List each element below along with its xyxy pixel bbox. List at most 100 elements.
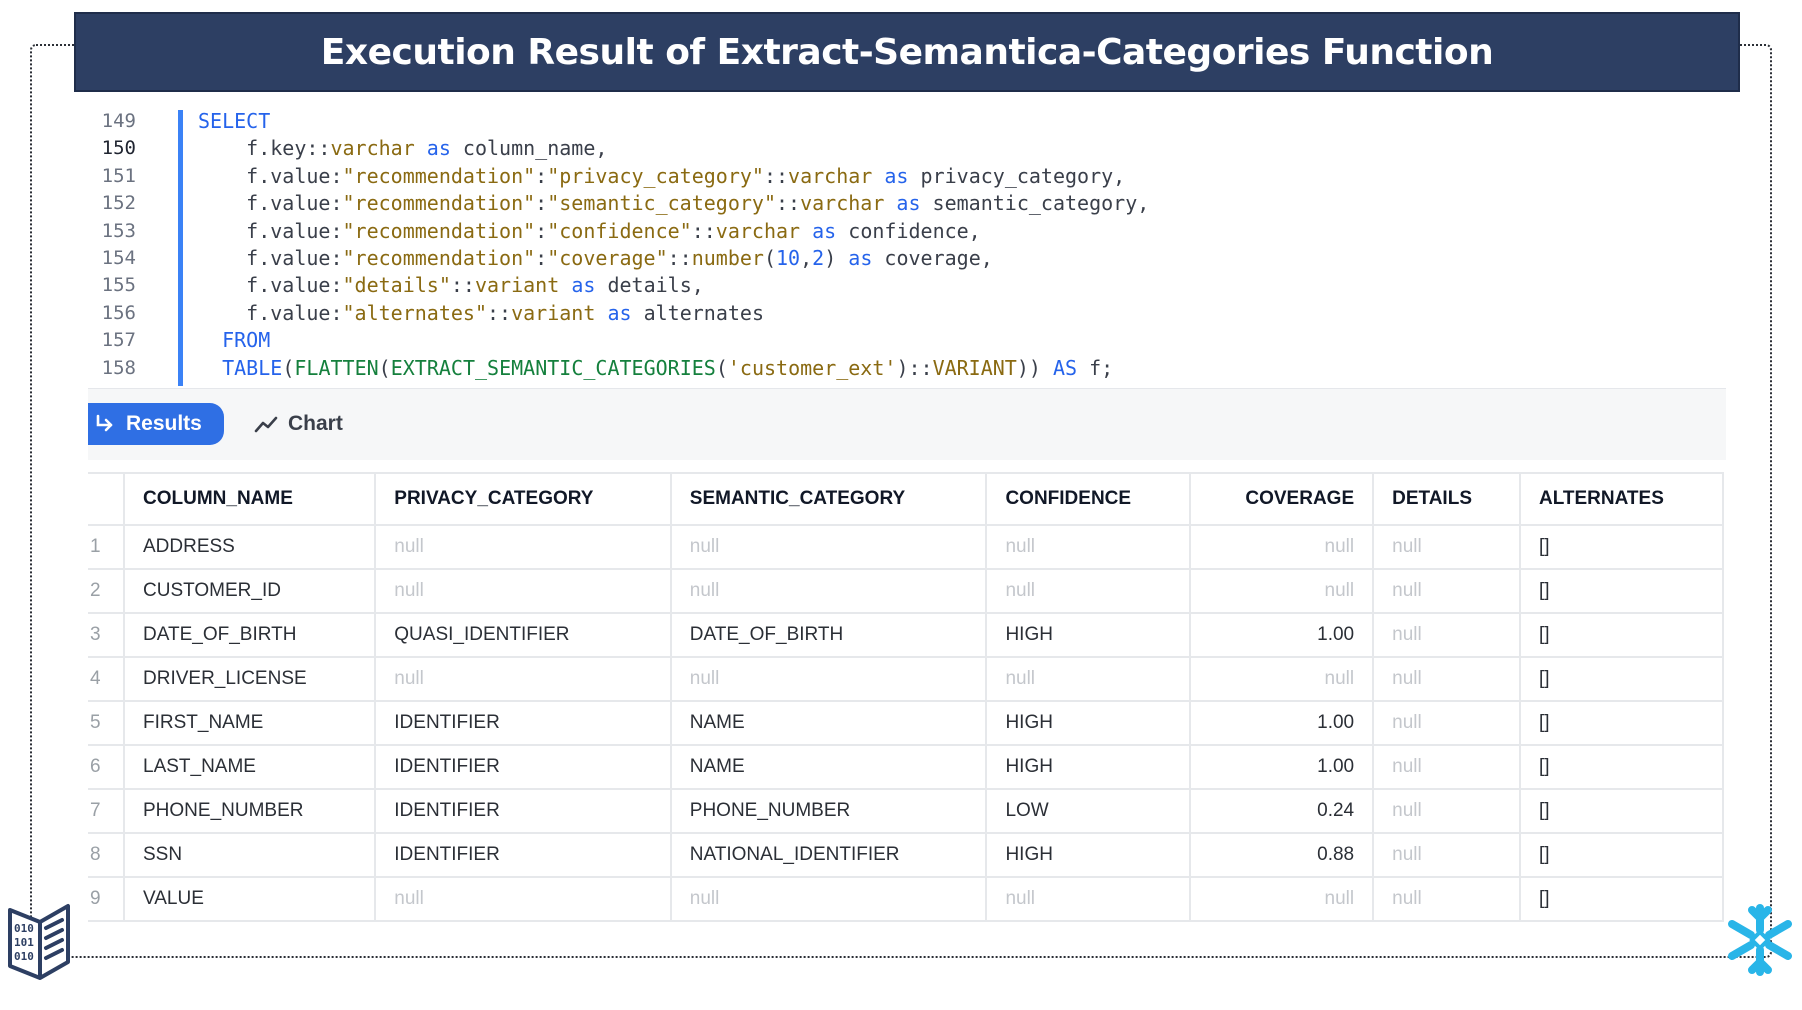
cell-details[interactable]: null [1372,524,1521,570]
cell-coverage[interactable]: 1.00 [1189,700,1375,746]
cell-confidence[interactable]: HIGH [985,744,1192,790]
cell-confidence[interactable]: HIGH [985,700,1192,746]
column-header-alternates[interactable]: ALTERNATES [1518,472,1725,526]
tab-results-label: Results [126,412,202,435]
cell-confidence[interactable]: HIGH [985,832,1192,878]
row-number: 9 [88,876,125,922]
cell-coverage[interactable]: 1.00 [1189,612,1375,658]
column-header-details[interactable]: DETAILS [1372,472,1521,526]
cell-coverage[interactable]: null [1189,568,1375,614]
cell-alternates[interactable]: [] [1518,788,1725,834]
cell-semantic-category[interactable]: null [669,568,988,614]
cell-privacy-category[interactable]: IDENTIFIER [374,744,672,790]
cell-alternates[interactable]: [] [1518,656,1725,702]
cell-confidence[interactable]: null [985,568,1192,614]
cell-details[interactable]: null [1372,656,1521,702]
cell-semantic-category[interactable]: null [669,656,988,702]
cell-privacy-category[interactable]: QUASI_IDENTIFIER [374,612,672,658]
cell-column-name[interactable]: SSN [122,832,377,878]
svg-text:010: 010 [14,950,34,963]
cell-privacy-category[interactable]: IDENTIFIER [374,788,672,834]
cell-alternates[interactable]: [] [1518,568,1725,614]
cell-privacy-category[interactable]: null [374,524,672,570]
cell-semantic-category[interactable]: NATIONAL_IDENTIFIER [669,832,988,878]
table-header-row: COLUMN_NAME PRIVACY_CATEGORY SEMANTIC_CATE… [88,472,1725,526]
cell-confidence[interactable]: HIGH [985,612,1192,658]
title-banner: Execution Result of Extract-Semantica-Ca… [74,12,1740,92]
cell-details[interactable]: null [1372,788,1521,834]
cell-privacy-category[interactable]: IDENTIFIER [374,832,672,878]
cell-alternates[interactable]: [] [1518,524,1725,570]
cell-confidence[interactable]: null [985,656,1192,702]
cell-semantic-category[interactable]: NAME [669,700,988,746]
table-row[interactable]: 9 VALUE null null null null null[] [88,876,1725,922]
cell-confidence[interactable]: null [985,876,1192,922]
row-number: 5 [88,700,125,746]
cell-privacy-category[interactable]: null [374,876,672,922]
cell-coverage[interactable]: 0.24 [1189,788,1375,834]
cell-privacy-category[interactable]: null [374,568,672,614]
cell-confidence[interactable]: LOW [985,788,1192,834]
cell-column-name[interactable]: VALUE [122,876,377,922]
cell-details[interactable]: null [1372,744,1521,790]
table-row[interactable]: 5 FIRST_NAME IDENTIFIER NAME HIGH 1.00 null[] [88,700,1725,746]
line-number: 150 [101,137,136,160]
cell-alternates[interactable]: [] [1518,876,1725,922]
sql-editor[interactable]: 149 SELECT 150 f.key::varchar as column_na… [86,108,1726,392]
cell-alternates[interactable]: [] [1518,612,1725,658]
cell-alternates[interactable]: [] [1518,700,1725,746]
cell-details[interactable]: null [1372,612,1521,658]
cell-column-name[interactable]: ADDRESS [122,524,377,570]
cell-confidence[interactable]: null [985,524,1192,570]
cell-semantic-category[interactable]: PHONE_NUMBER [669,788,988,834]
svg-text:010: 010 [14,922,34,935]
code-line: 156 f.value:"alternates"::variant as alt… [86,300,1726,327]
cell-details[interactable]: null [1372,700,1521,746]
cell-coverage[interactable]: null [1189,876,1375,922]
code-line: 155 f.value:"details"::variant as detail… [86,272,1726,299]
cell-coverage[interactable]: 0.88 [1189,832,1375,878]
cell-column-name[interactable]: DRIVER_LICENSE [122,656,377,702]
cell-column-name[interactable]: CUSTOMER_ID [122,568,377,614]
tab-results[interactable]: Results [88,403,224,445]
cell-privacy-category[interactable]: IDENTIFIER [374,700,672,746]
page-title: Execution Result of Extract-Semantica-Ca… [320,31,1494,73]
cell-privacy-category[interactable]: null [374,656,672,702]
row-number: 7 [88,788,125,834]
column-header-semantic-category[interactable]: SEMANTIC_CATEGORY [669,472,988,526]
cell-coverage[interactable]: 1.00 [1189,744,1375,790]
cell-column-name[interactable]: DATE_OF_BIRTH [122,612,377,658]
cell-semantic-category[interactable]: null [669,876,988,922]
table-row[interactable]: 4 DRIVER_LICENSE null null null null null[] [88,656,1725,702]
cell-coverage[interactable]: null [1189,656,1375,702]
cell-details[interactable]: null [1372,876,1521,922]
table-row[interactable]: 3 DATE_OF_BIRTH QUASI_IDENTIFIER DATE_OF_BI… [88,612,1725,658]
cell-semantic-category[interactable]: DATE_OF_BIRTH [669,612,988,658]
column-header-coverage[interactable]: COVERAGE [1189,472,1375,526]
cell-alternates[interactable]: [] [1518,744,1725,790]
row-number: 1 [88,524,125,570]
cell-column-name[interactable]: FIRST_NAME [122,700,377,746]
table-row[interactable]: 6 LAST_NAME IDENTIFIER NAME HIGH 1.00 null[] [88,744,1725,790]
column-header-privacy-category[interactable]: PRIVACY_CATEGORY [374,472,672,526]
cell-details[interactable]: null [1372,568,1521,614]
cell-column-name[interactable]: LAST_NAME [122,744,377,790]
cell-coverage[interactable]: null [1189,524,1375,570]
table-row[interactable]: 1 ADDRESS null null null null null[] [88,524,1725,570]
table-row[interactable]: 8 SSN IDENTIFIER NATIONAL_IDENTIFIER HIGH 0.8… [88,832,1725,878]
cell-semantic-category[interactable]: null [669,524,988,570]
table-row[interactable]: 7 PHONE_NUMBER IDENTIFIER PHONE_NUMBER LOW 0.… [88,788,1725,834]
tab-chart[interactable]: Chart [254,403,343,445]
table-row[interactable]: 2 CUSTOMER_ID null null null null null[] [88,568,1725,614]
column-header-confidence[interactable]: CONFIDENCE [985,472,1192,526]
code-text: f.value:"recommendation":"coverage"::num… [198,245,993,270]
line-number: 158 [101,356,136,379]
code-line: 157 FROM [86,327,1726,354]
column-header-column-name[interactable]: COLUMN_NAME [122,472,377,526]
line-number: 152 [101,192,136,215]
cell-column-name[interactable]: PHONE_NUMBER [122,788,377,834]
cell-semantic-category[interactable]: NAME [669,744,988,790]
cell-alternates[interactable]: [] [1518,832,1725,878]
line-number: 153 [101,219,136,242]
cell-details[interactable]: null [1372,832,1521,878]
